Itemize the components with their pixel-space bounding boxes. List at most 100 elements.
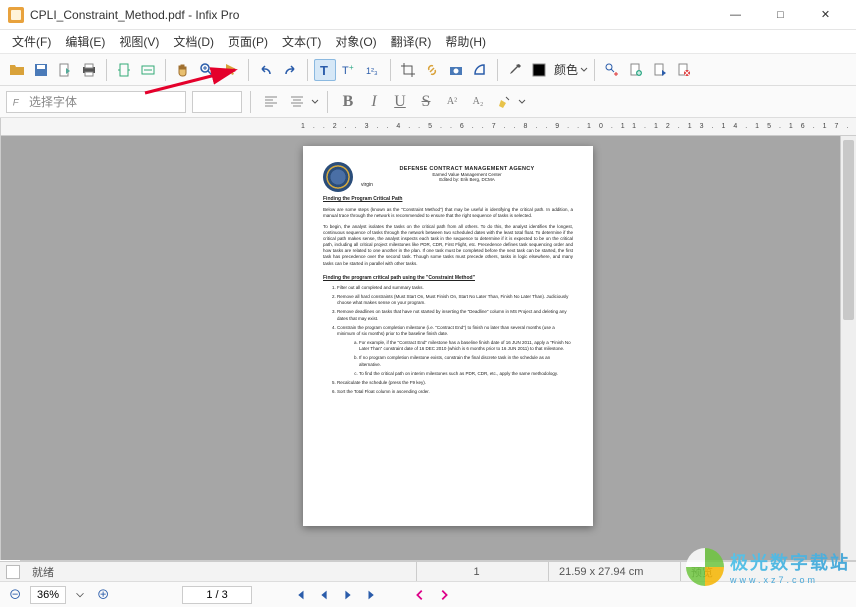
svg-text:F: F <box>13 97 20 108</box>
menu-text[interactable]: 文本(T) <box>276 31 327 52</box>
svg-text:T: T <box>342 65 349 77</box>
text-plus-tool-icon[interactable]: T+ <box>338 59 360 81</box>
status-ready: 就绪 <box>32 564 54 580</box>
page-delete-icon[interactable] <box>673 59 695 81</box>
doc-heading-2: Finding the program critical path using … <box>323 275 573 281</box>
doc-li-2: Remove all hard constraints (Must Start … <box>337 294 573 307</box>
last-page-icon[interactable] <box>362 585 382 605</box>
next-view-icon[interactable] <box>434 585 454 605</box>
workspace: 123 456 789 101112 131415 161718 192021 … <box>0 118 856 560</box>
text-tool-icon[interactable]: T <box>314 59 336 81</box>
underline-button[interactable]: U <box>388 91 412 113</box>
save-icon[interactable] <box>30 59 52 81</box>
menu-edit[interactable]: 编辑(E) <box>59 31 111 52</box>
font-placeholder: 选择字体 <box>29 93 77 110</box>
page-export-icon[interactable] <box>649 59 671 81</box>
strike-button[interactable]: S <box>414 91 438 113</box>
dropdown-icon[interactable] <box>580 66 588 74</box>
minimize-button[interactable]: — <box>713 1 758 29</box>
zoom-level[interactable]: 36% <box>30 586 66 604</box>
zoom-dropdown-icon[interactable] <box>70 585 90 605</box>
superscript-button[interactable]: A² <box>440 91 464 113</box>
doc-li-5: Recalculate the schedule (press the F9 k… <box>337 380 573 386</box>
bold-button[interactable]: B <box>336 91 360 113</box>
doc-para-2: To begin, the analyst isolates the tasks… <box>323 224 573 266</box>
menubar: 文件(F) 编辑(E) 视图(V) 文档(D) 页面(P) 文本(T) 对象(O… <box>0 30 856 54</box>
pointer-tool-icon[interactable] <box>220 59 242 81</box>
agency-seal-icon <box>323 162 353 192</box>
text-number-tool-icon[interactable]: 1²₃ <box>362 59 384 81</box>
undo-icon[interactable] <box>255 59 277 81</box>
italic-button[interactable]: I <box>362 91 386 113</box>
status-box-icon[interactable] <box>6 565 20 579</box>
open-icon[interactable] <box>6 59 28 81</box>
next-page-icon[interactable] <box>338 585 358 605</box>
pdf-page: DEFENSE CONTRACT MANAGEMENT AGENCY Earne… <box>303 146 593 526</box>
zoom-in-icon[interactable] <box>94 585 114 605</box>
menu-object[interactable]: 对象(O) <box>329 31 382 52</box>
doc-li-4b: If no program completion milestone exist… <box>359 355 573 368</box>
menu-document[interactable]: 文档(D) <box>167 31 220 52</box>
svg-text:T: T <box>320 63 328 78</box>
window-title: CPLI_Constraint_Method.pdf - Infix Pro <box>30 8 713 22</box>
color-label[interactable]: 颜色 <box>554 61 578 78</box>
fit-page-icon[interactable] <box>113 59 135 81</box>
menu-translate[interactable]: 翻译(R) <box>385 31 438 52</box>
page-indicator[interactable]: 1 / 3 <box>182 586 252 604</box>
menu-file[interactable]: 文件(F) <box>6 31 57 52</box>
main-toolbar: T T+ 1²₃ 颜色 <box>0 54 856 86</box>
close-button[interactable]: ✕ <box>803 1 848 29</box>
crop-tool-icon[interactable] <box>397 59 419 81</box>
fit-width-icon[interactable] <box>137 59 159 81</box>
menu-page[interactable]: 页面(P) <box>222 31 274 52</box>
subscript-button[interactable]: A₂ <box>466 91 490 113</box>
doc-li-1: Filter out all completed and summary tas… <box>337 285 573 291</box>
link-tool-icon[interactable] <box>421 59 443 81</box>
doc-li-6: Sort the Total Float column in ascending… <box>337 389 573 395</box>
camera-tool-icon[interactable] <box>445 59 467 81</box>
size-picker[interactable] <box>192 91 242 113</box>
hand-tool-icon[interactable] <box>172 59 194 81</box>
font-picker[interactable]: F 选择字体 <box>6 91 186 113</box>
doc-agency: DEFENSE CONTRACT MANAGEMENT AGENCY <box>323 162 573 172</box>
export-icon[interactable] <box>54 59 76 81</box>
svg-text:+: + <box>349 63 354 72</box>
print-icon[interactable] <box>78 59 100 81</box>
highlight-dropdown-icon[interactable] <box>518 98 526 106</box>
highlight-icon[interactable] <box>492 91 516 113</box>
align-center-icon[interactable] <box>285 91 309 113</box>
menu-help[interactable]: 帮助(H) <box>439 31 492 52</box>
zoom-tool-icon[interactable] <box>196 59 218 81</box>
status-page[interactable]: 1 <box>416 562 536 581</box>
doc-li-3: Remove deadlines on tasks that have not … <box>337 309 573 322</box>
doc-li-4c: To find the critical path on interim mil… <box>359 371 573 377</box>
color-swatch-icon[interactable] <box>528 59 550 81</box>
align-dropdown-icon[interactable] <box>311 98 319 106</box>
titlebar: CPLI_Constraint_Method.pdf - Infix Pro —… <box>0 0 856 30</box>
page-add-icon[interactable] <box>625 59 647 81</box>
find-replace-icon[interactable] <box>601 59 623 81</box>
canvas[interactable]: DEFENSE CONTRACT MANAGEMENT AGENCY Earne… <box>1 136 856 560</box>
doc-li-4a: For example, if the "Contract End" miles… <box>359 340 573 353</box>
status-dims: 21.59 x 27.94 cm <box>548 562 668 581</box>
maximize-button[interactable]: □ <box>758 1 803 29</box>
doc-list: Filter out all completed and summary tas… <box>337 285 573 396</box>
menu-view[interactable]: 视图(V) <box>113 31 165 52</box>
doc-heading-1: Finding the Program Critical Path <box>323 196 573 202</box>
first-page-icon[interactable] <box>290 585 310 605</box>
prev-page-icon[interactable] <box>314 585 334 605</box>
zoom-out-icon[interactable] <box>6 585 26 605</box>
doc-para-1: Below are some steps (known as the "Cons… <box>323 207 573 219</box>
shape-tool-icon[interactable] <box>469 59 491 81</box>
redo-icon[interactable] <box>279 59 301 81</box>
font-icon: F <box>11 95 25 109</box>
prev-view-icon[interactable] <box>410 585 430 605</box>
watermark: 极光数字载站 www.xz7.com <box>686 548 850 586</box>
app-icon <box>8 7 24 23</box>
svg-text:1²₃: 1²₃ <box>366 66 378 76</box>
align-left-icon[interactable] <box>259 91 283 113</box>
horizontal-ruler: 1..2..3..4..5..6..7..8..9..10.11.12.13.1… <box>1 118 856 136</box>
eyedropper-icon[interactable] <box>504 59 526 81</box>
vertical-scrollbar[interactable] <box>840 136 856 560</box>
doc-li-4: Constrain the program completion milesto… <box>337 325 573 377</box>
